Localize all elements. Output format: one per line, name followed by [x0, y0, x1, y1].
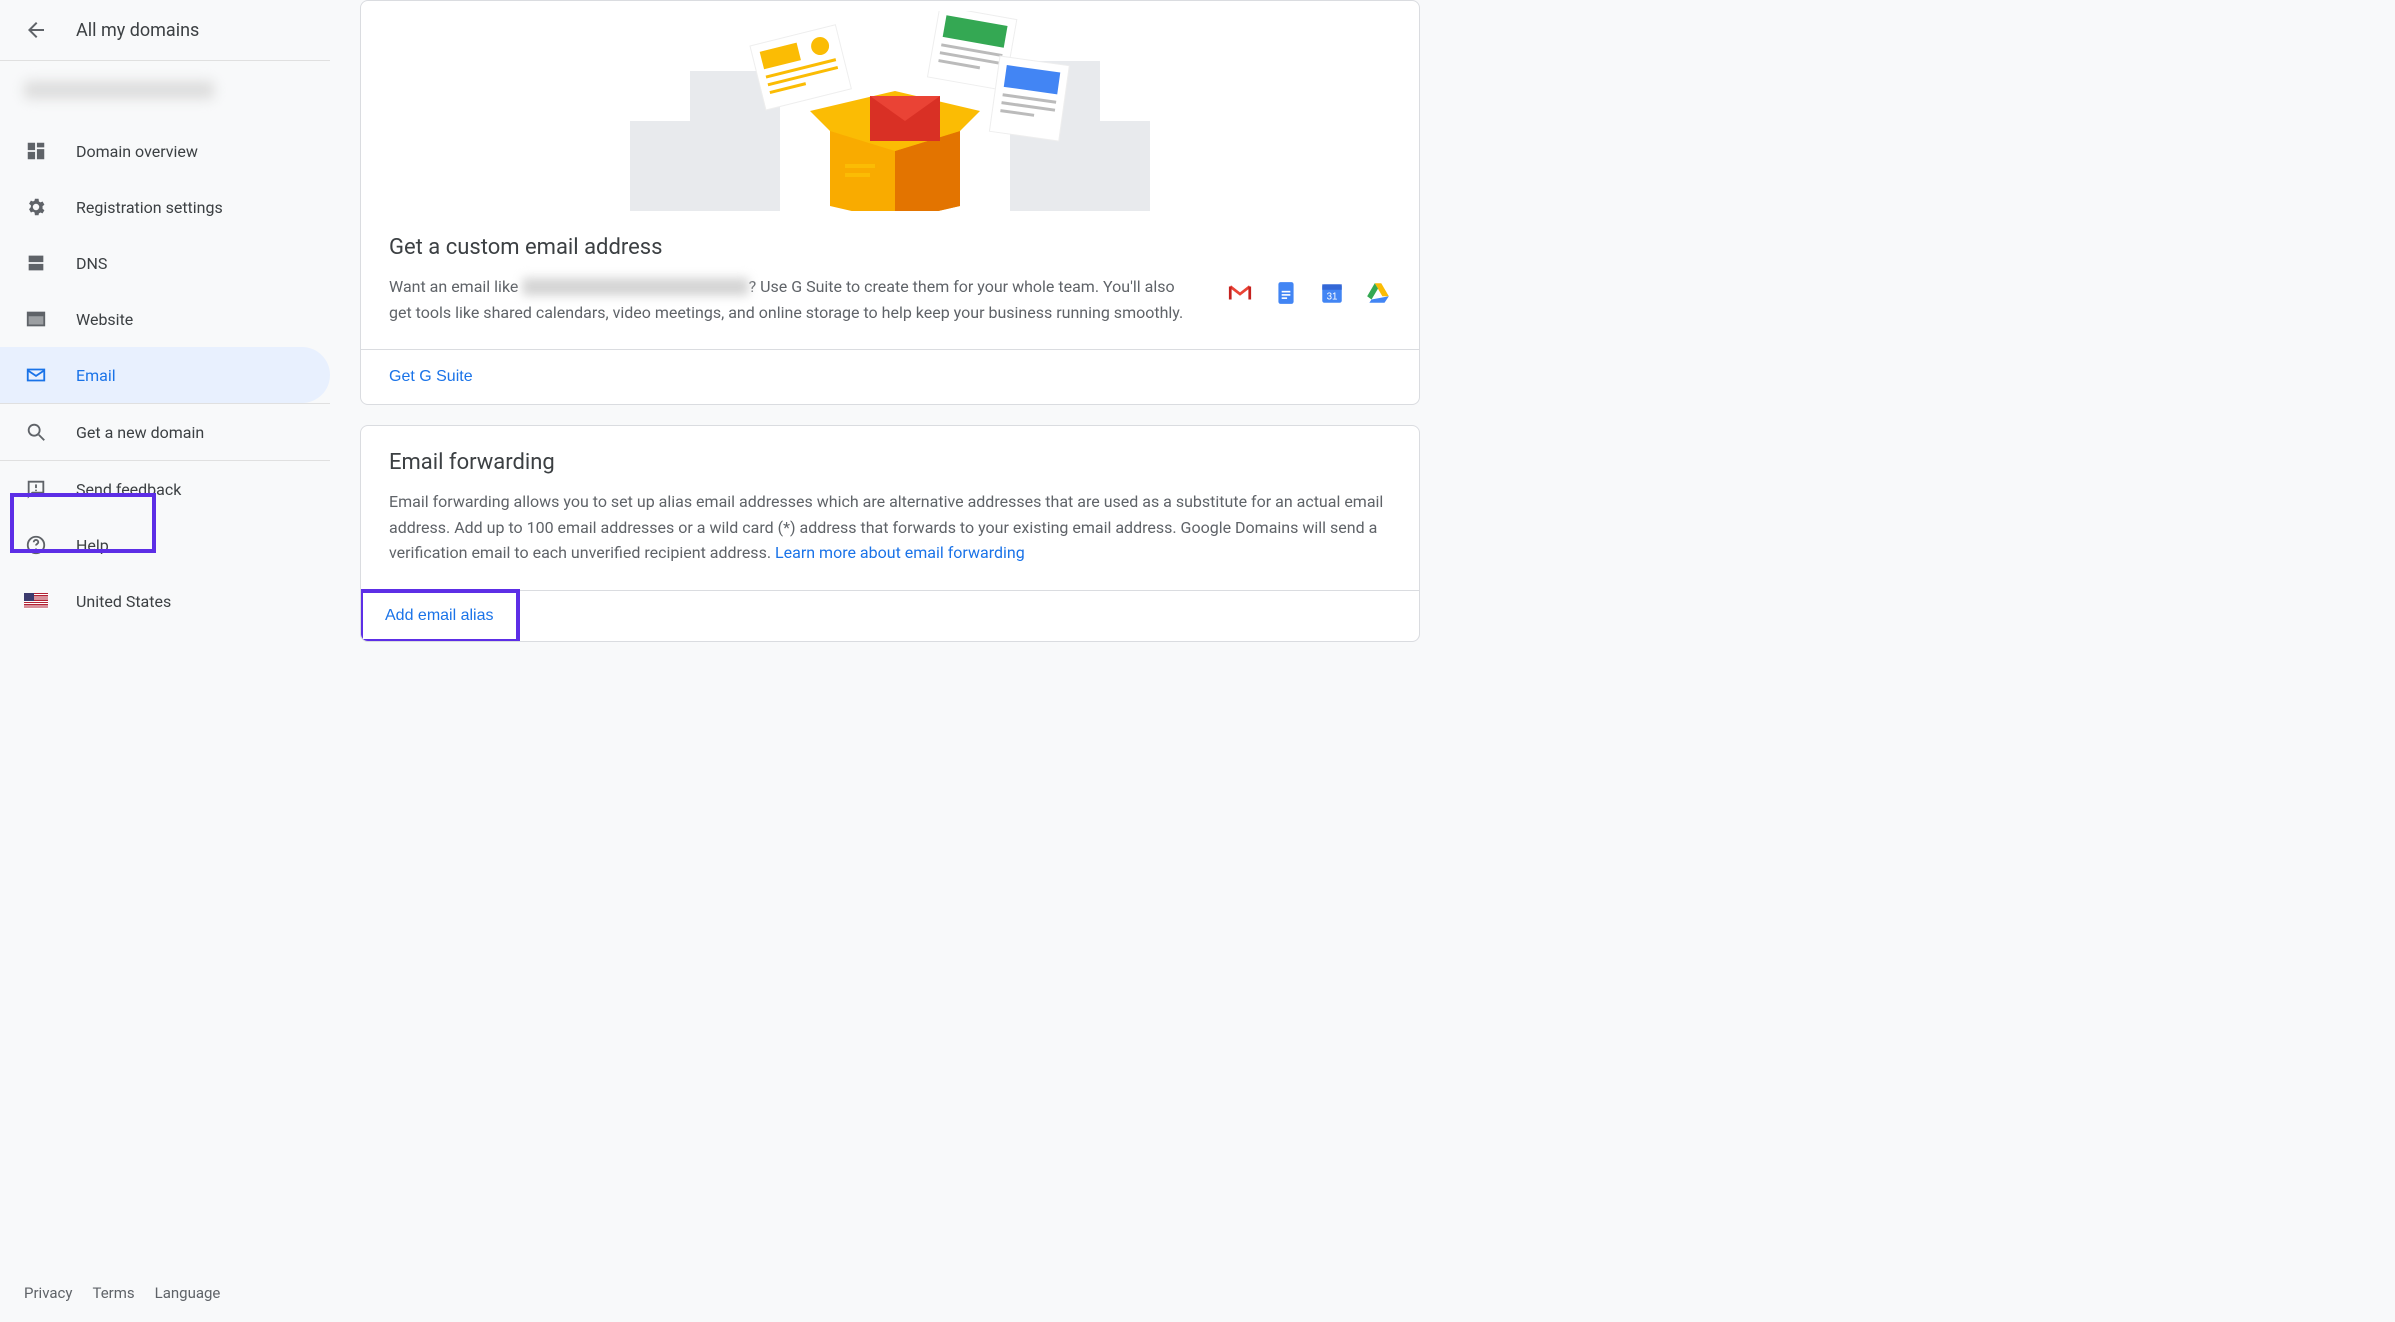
sidebar-item-help[interactable]: Help: [0, 517, 330, 573]
gsuite-hero-illustration: [361, 1, 1419, 211]
sidebar-item-label: Send feedback: [76, 480, 181, 499]
sidebar-item-label: DNS: [76, 254, 107, 273]
sidebar-item-label: United States: [76, 592, 171, 611]
sidebar-nav: Domain overview Registration settings DN…: [0, 113, 330, 403]
annotation-highlight-add-alias: Add email alias: [360, 589, 520, 642]
dns-icon: [24, 251, 48, 275]
main-content: Get a custom email address Want an email…: [330, 0, 1450, 1322]
sidebar-item-label: Registration settings: [76, 198, 223, 217]
sidebar-item-label: Help: [76, 536, 109, 555]
email-icon: [24, 363, 48, 387]
footer-terms-link[interactable]: Terms: [92, 1284, 134, 1302]
sidebar-current-domain: [0, 61, 330, 113]
calendar-icon: 31: [1319, 280, 1345, 306]
back-arrow-icon[interactable]: [24, 18, 48, 42]
get-gsuite-button[interactable]: Get G Suite: [389, 368, 473, 386]
sidebar-item-get-new-domain[interactable]: Get a new domain: [0, 404, 330, 460]
gsuite-text-prefix: Want an email like: [389, 277, 522, 296]
website-icon: [24, 307, 48, 331]
gsuite-actionbar: Get G Suite: [361, 349, 1419, 404]
drive-icon: [1365, 280, 1391, 306]
forwarding-description: Email forwarding allows you to set up al…: [389, 489, 1391, 566]
sidebar-item-registration-settings[interactable]: Registration settings: [0, 179, 330, 235]
gear-icon: [24, 195, 48, 219]
sidebar-item-country[interactable]: United States: [0, 573, 330, 629]
gsuite-description: Want an email like xxxxxxxxxxxxxxxxxxxxx…: [389, 274, 1197, 325]
add-email-alias-button[interactable]: Add email alias: [385, 607, 494, 625]
sidebar-item-send-feedback[interactable]: Send feedback: [0, 461, 330, 517]
us-flag-icon: [24, 589, 48, 613]
forwarding-title: Email forwarding: [389, 450, 1391, 475]
forwarding-card-body: Email forwarding Email forwarding allows…: [361, 426, 1419, 590]
sidebar-item-dns[interactable]: DNS: [0, 235, 330, 291]
sidebar-item-domain-overview[interactable]: Domain overview: [0, 123, 330, 179]
svg-text:31: 31: [1327, 292, 1338, 303]
sidebar-item-label: Domain overview: [76, 142, 198, 161]
help-icon: [24, 533, 48, 557]
sidebar-item-label: Get a new domain: [76, 423, 204, 442]
forwarding-actionbar: Add email alias: [361, 590, 1419, 641]
sidebar-item-label: Email: [76, 366, 116, 385]
domain-name-redacted: [24, 81, 214, 99]
gsuite-card: Get a custom email address Want an email…: [360, 0, 1420, 405]
sidebar-footer: Privacy Terms Language: [0, 1264, 330, 1322]
learn-more-link[interactable]: Learn more about email forwarding: [775, 543, 1025, 562]
example-email-redacted: xxxxxxxxxxxxxxxxxxxxxxxxxxxx: [522, 277, 748, 296]
email-forwarding-card: Email forwarding Email forwarding allows…: [360, 425, 1420, 642]
sidebar-item-label: Website: [76, 310, 133, 329]
sidebar: All my domains Domain overview Registrat…: [0, 0, 330, 1322]
gsuite-title: Get a custom email address: [389, 235, 1391, 260]
gsuite-product-icons: 31: [1227, 280, 1391, 306]
sidebar-item-email[interactable]: Email: [0, 347, 330, 403]
search-icon: [24, 420, 48, 444]
sidebar-header: All my domains: [0, 0, 330, 61]
footer-language-link[interactable]: Language: [155, 1284, 221, 1302]
sidebar-item-website[interactable]: Website: [0, 291, 330, 347]
gsuite-card-body: Get a custom email address Want an email…: [361, 211, 1419, 349]
footer-privacy-link[interactable]: Privacy: [24, 1284, 72, 1302]
sidebar-title[interactable]: All my domains: [76, 20, 199, 41]
gmail-icon: [1227, 280, 1253, 306]
feedback-icon: [24, 477, 48, 501]
docs-icon: [1273, 280, 1299, 306]
dashboard-icon: [24, 139, 48, 163]
